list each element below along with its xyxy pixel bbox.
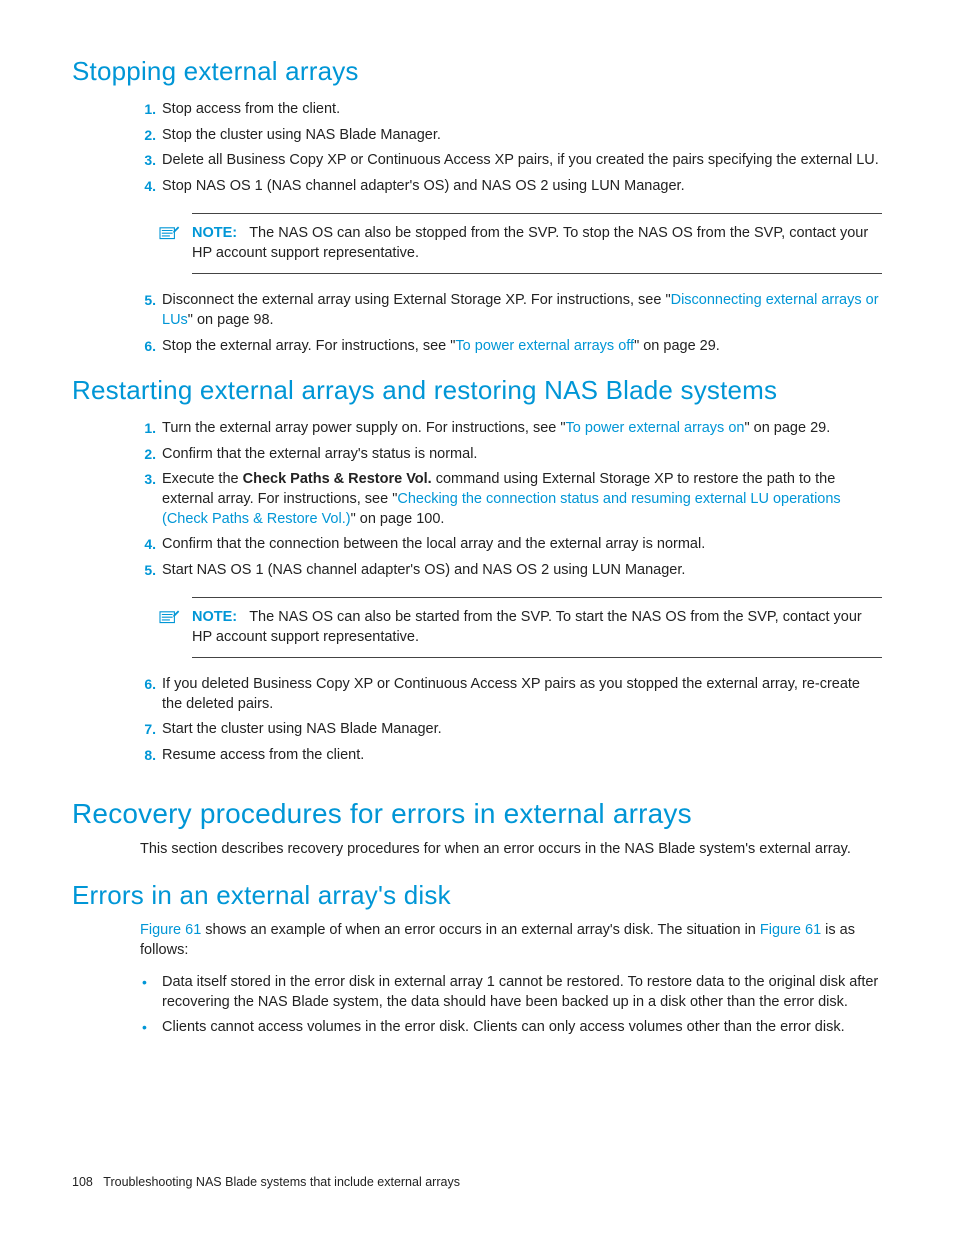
note-text: The NAS OS can also be started from the …: [192, 609, 862, 645]
step-text: Start the cluster using NAS Blade Manage…: [162, 721, 442, 737]
list-item: 3. Execute the Check Paths & Restore Vol…: [162, 467, 882, 532]
heading-restarting: Restarting external arrays and restoring…: [72, 373, 882, 408]
cmd-name: Check Paths & Restore Vol.: [243, 471, 432, 487]
note-text: [241, 225, 249, 241]
list-item: Clients cannot access volumes in the err…: [162, 1015, 882, 1041]
step-text: Confirm that the external array's status…: [162, 446, 477, 462]
page-footer: 108 Troubleshooting NAS Blade systems th…: [72, 1174, 460, 1191]
list-item: 4.Confirm that the connection between th…: [162, 532, 882, 558]
step-text: Execute the: [162, 471, 243, 487]
list-item: 1.Stop access from the client.: [162, 97, 882, 123]
list-item: 7.Start the cluster using NAS Blade Mana…: [162, 717, 882, 743]
heading-stopping: Stopping external arrays: [72, 54, 882, 89]
note-label: NOTE:: [192, 609, 237, 625]
note-box: NOTE: The NAS OS can also be started fro…: [192, 597, 882, 658]
restart-steps: 1. Turn the external array power supply …: [162, 416, 882, 583]
bullet-text: Clients cannot access volumes in the err…: [162, 1019, 845, 1035]
list-item: 6.If you deleted Business Copy XP or Con…: [162, 672, 882, 717]
list-item: 3.Delete all Business Copy XP or Continu…: [162, 148, 882, 174]
step-text: Stop the cluster using NAS Blade Manager…: [162, 127, 441, 143]
bullet-text: Data itself stored in the error disk in …: [162, 974, 878, 1010]
heading-errors: Errors in an external array's disk: [72, 878, 882, 913]
stop-steps: 1.Stop access from the client. 2.Stop th…: [162, 97, 882, 199]
list-item: 1. Turn the external array power supply …: [162, 416, 882, 442]
step-text: " on page 29.: [634, 338, 720, 354]
note-icon: [158, 226, 180, 244]
step-text: " on page 100.: [351, 511, 445, 527]
step-text: " on page 98.: [188, 312, 274, 328]
step-text: Confirm that the connection between the …: [162, 536, 705, 552]
list-item: 5.Start NAS OS 1 (NAS channel adapter's …: [162, 558, 882, 584]
step-text: Resume access from the client.: [162, 747, 364, 763]
errors-intro: Figure 61 shows an example of when an er…: [140, 921, 882, 960]
restart-steps-cont: 6.If you deleted Business Copy XP or Con…: [162, 672, 882, 768]
list-item: 5. Disconnect the external array using E…: [162, 288, 882, 333]
link-poweroff[interactable]: To power external arrays off: [455, 338, 634, 354]
list-item: 2.Stop the cluster using NAS Blade Manag…: [162, 123, 882, 149]
step-text: " on page 29.: [744, 420, 830, 436]
note-text: The NAS OS can also be stopped from the …: [192, 225, 868, 261]
list-item: 8.Resume access from the client.: [162, 743, 882, 769]
step-text: Disconnect the external array using Exte…: [162, 292, 671, 308]
step-text: Stop access from the client.: [162, 101, 340, 117]
note-icon: [158, 610, 180, 628]
step-text: Stop NAS OS 1 (NAS channel adapter's OS)…: [162, 178, 685, 194]
list-item: 6. Stop the external array. For instruct…: [162, 334, 882, 360]
text: shows an example of when an error occurs…: [201, 922, 760, 938]
list-item: 4.Stop NAS OS 1 (NAS channel adapter's O…: [162, 174, 882, 200]
step-text: Stop the external array. For instruction…: [162, 338, 455, 354]
list-item: 2.Confirm that the external array's stat…: [162, 442, 882, 468]
error-bullets: Data itself stored in the error disk in …: [162, 970, 882, 1041]
step-text: Turn the external array power supply on.…: [162, 420, 566, 436]
step-text: Delete all Business Copy XP or Continuou…: [162, 152, 879, 168]
page-number: 108: [72, 1175, 93, 1189]
link-poweron[interactable]: To power external arrays on: [566, 420, 745, 436]
link-figure61b[interactable]: Figure 61: [760, 922, 821, 938]
footer-title: Troubleshooting NAS Blade systems that i…: [103, 1175, 460, 1189]
recovery-intro: This section describes recovery procedur…: [140, 840, 882, 860]
stop-steps-cont: 5. Disconnect the external array using E…: [162, 288, 882, 359]
note-text: [241, 609, 249, 625]
heading-recovery: Recovery procedures for errors in extern…: [72, 795, 882, 833]
note-box: NOTE: The NAS OS can also be stopped fro…: [192, 213, 882, 274]
step-text: If you deleted Business Copy XP or Conti…: [162, 676, 860, 712]
link-figure61a[interactable]: Figure 61: [140, 922, 201, 938]
note-label: NOTE:: [192, 225, 237, 241]
step-text: Start NAS OS 1 (NAS channel adapter's OS…: [162, 562, 685, 578]
list-item: Data itself stored in the error disk in …: [162, 970, 882, 1015]
